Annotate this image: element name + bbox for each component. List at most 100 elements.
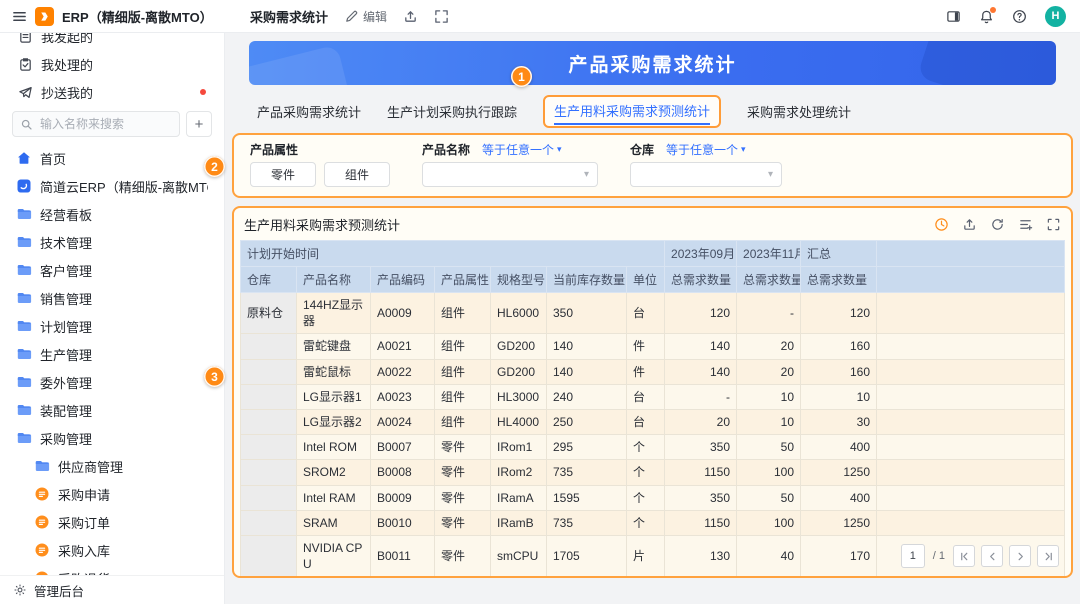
panel-layout-icon[interactable] [946,9,961,24]
table-fullscreen-icon[interactable] [1046,217,1061,232]
table-cell: 1595 [547,485,627,510]
tab-label: 生产用料采购需求预测统计 [554,104,710,125]
folder-icon [16,346,32,362]
sidebar-nav-item[interactable]: 采购退货 [8,564,216,575]
tab-item[interactable]: 生产计划采购执行跟踪 [387,96,517,127]
table-cell: 1250 [801,510,877,535]
report-toolbar [934,217,1061,232]
help-icon[interactable] [1012,9,1027,24]
prev-page-button[interactable] [981,545,1003,567]
warehouse-select[interactable]: ▾ [630,162,782,187]
product-name-select[interactable]: ▾ [422,162,598,187]
export-icon[interactable] [962,217,977,232]
sidebar-quick-item[interactable]: 我发起的 [12,33,212,50]
share-icon[interactable] [403,9,418,24]
user-avatar[interactable]: H [1045,6,1066,27]
sidebar-nav-item[interactable]: 计划管理 [8,312,216,340]
report-table: 计划开始时间2023年09月2023年11月汇总仓库产品名称产品编码产品属性规格… [240,240,1065,577]
product-name-condition-selector[interactable]: 等于任意一个 ▾ [482,141,562,158]
next-page-button[interactable] [1009,545,1031,567]
sidebar-nav-item[interactable]: 客户管理 [8,256,216,284]
tab-item[interactable]: 产品采购需求统计 [257,96,361,127]
table-cell: 400 [801,435,877,460]
table-cell: 350 [665,485,737,510]
edit-button[interactable]: 编辑 [344,8,387,25]
plane-icon [18,85,33,100]
sidebar-nav-item[interactable]: 首页 [8,144,216,172]
sidebar-nav-item[interactable]: 委外管理 [8,368,216,396]
table-cell: 组件 [435,334,491,359]
sidebar-nav-item[interactable]: 销售管理 [8,284,216,312]
sidebar-nav-item[interactable]: 供应商管理 [8,452,216,480]
table-cell: 100 [737,510,801,535]
table-cell: Intel RAM [297,485,371,510]
table-cell: NVIDIA CPU [297,535,371,576]
table-row[interactable]: 原料仓144HZ显示器A0009组件HL6000350台120-120 [241,293,1065,334]
warehouse-condition-selector[interactable]: 等于任意一个 ▾ [666,141,746,158]
sidebar-nav-item[interactable]: 采购管理 [8,424,216,452]
sidebar-quick-item[interactable]: 抄送我的 [12,78,212,106]
pencil-icon [344,9,359,24]
notifications-bell-icon[interactable] [979,9,994,24]
notification-dot [990,7,996,13]
first-page-button[interactable] [953,545,975,567]
table-cell: 160 [801,334,877,359]
table-cell [241,359,297,384]
table-cell: 原料仓 [241,293,297,334]
topbar-right: H [946,6,1080,27]
table-cell: 30 [801,409,877,434]
filter-label-product-name: 产品名称 [422,141,470,158]
search-input[interactable] [38,116,172,132]
sidebar-quick-item[interactable]: 我处理的 [12,50,212,78]
sidebar-nav-item[interactable]: 经营看板 [8,200,216,228]
tab-label: 生产计划采购执行跟踪 [387,105,517,120]
row-filler [877,293,1065,334]
add-button[interactable]: + [186,111,212,137]
fullscreen-icon[interactable] [434,9,449,24]
table-row[interactable]: 雷蛇鼠标A0022组件GD200140件14020160 [241,359,1065,384]
table-cell: 735 [547,460,627,485]
table-row[interactable]: SROM2B0008零件IRom2735个11501001250 [241,460,1065,485]
admin-console-button[interactable]: 管理后台 [0,575,224,604]
sidebar-nav-item[interactable]: 生产管理 [8,340,216,368]
sidebar-item-label: 我发起的 [41,33,93,46]
filter-option-assembly-button[interactable]: 组件 [324,162,390,187]
table-cell: 295 [547,435,627,460]
table-cell [241,510,297,535]
filter-option-part-button[interactable]: 零件 [250,162,316,187]
table-cell: 140 [547,334,627,359]
table-row[interactable]: SRAMB0010零件IRamB735个11501001250 [241,510,1065,535]
current-page[interactable]: 1 [901,544,925,568]
auto-refresh-timer-icon[interactable] [934,217,949,232]
row-filler [877,409,1065,434]
table-cell: 个 [627,510,665,535]
table-cell [241,334,297,359]
table-cell: 零件 [435,435,491,460]
tab-item[interactable]: 采购需求处理统计 [747,96,851,127]
sidebar-nav-item[interactable]: 装配管理 [8,396,216,424]
sidebar-nav-item[interactable]: 技术管理 [8,228,216,256]
sidebar-nav-item[interactable]: 采购入库 [8,536,216,564]
table-row[interactable]: LG显示器2A0024组件HL4000250台201030 [241,409,1065,434]
table-cell: 400 [801,485,877,510]
tab-active[interactable]: 生产用料采购需求预测统计 [543,95,721,128]
doc-icon [18,33,33,44]
sidebar-nav-item[interactable]: 采购申请 [8,480,216,508]
table-row[interactable]: Intel ROMB0007零件IRom1295个35050400 [241,435,1065,460]
app-logo-icon[interactable] [35,7,54,26]
table-row[interactable]: LG显示器1A0023组件HL3000240台-1010 [241,384,1065,409]
table-row[interactable]: 雷蛇键盘A0021组件GD200140件14020160 [241,334,1065,359]
sidebar-nav-item[interactable]: 简道云ERP（精细版-离散MTO）「... [8,172,216,200]
column-settings-icon[interactable] [1018,217,1033,232]
table-cell: 10 [737,384,801,409]
table-header-row: 仓库产品名称产品编码产品属性规格型号当前库存数量单位总需求数量总需求数量总需求数… [241,267,1065,293]
sidebar-nav-item[interactable]: 采购订单 [8,508,216,536]
report-table-head: 计划开始时间2023年09月2023年11月汇总仓库产品名称产品编码产品属性规格… [241,241,1065,293]
table-row[interactable]: Intel RAMB0009零件IRamA1595个35050400 [241,485,1065,510]
table-cell: 1250 [801,460,877,485]
search-box[interactable] [12,111,180,137]
table-cell: 件 [627,359,665,384]
hamburger-menu-icon[interactable] [12,9,27,24]
refresh-icon[interactable] [990,217,1005,232]
last-page-button[interactable] [1037,545,1059,567]
